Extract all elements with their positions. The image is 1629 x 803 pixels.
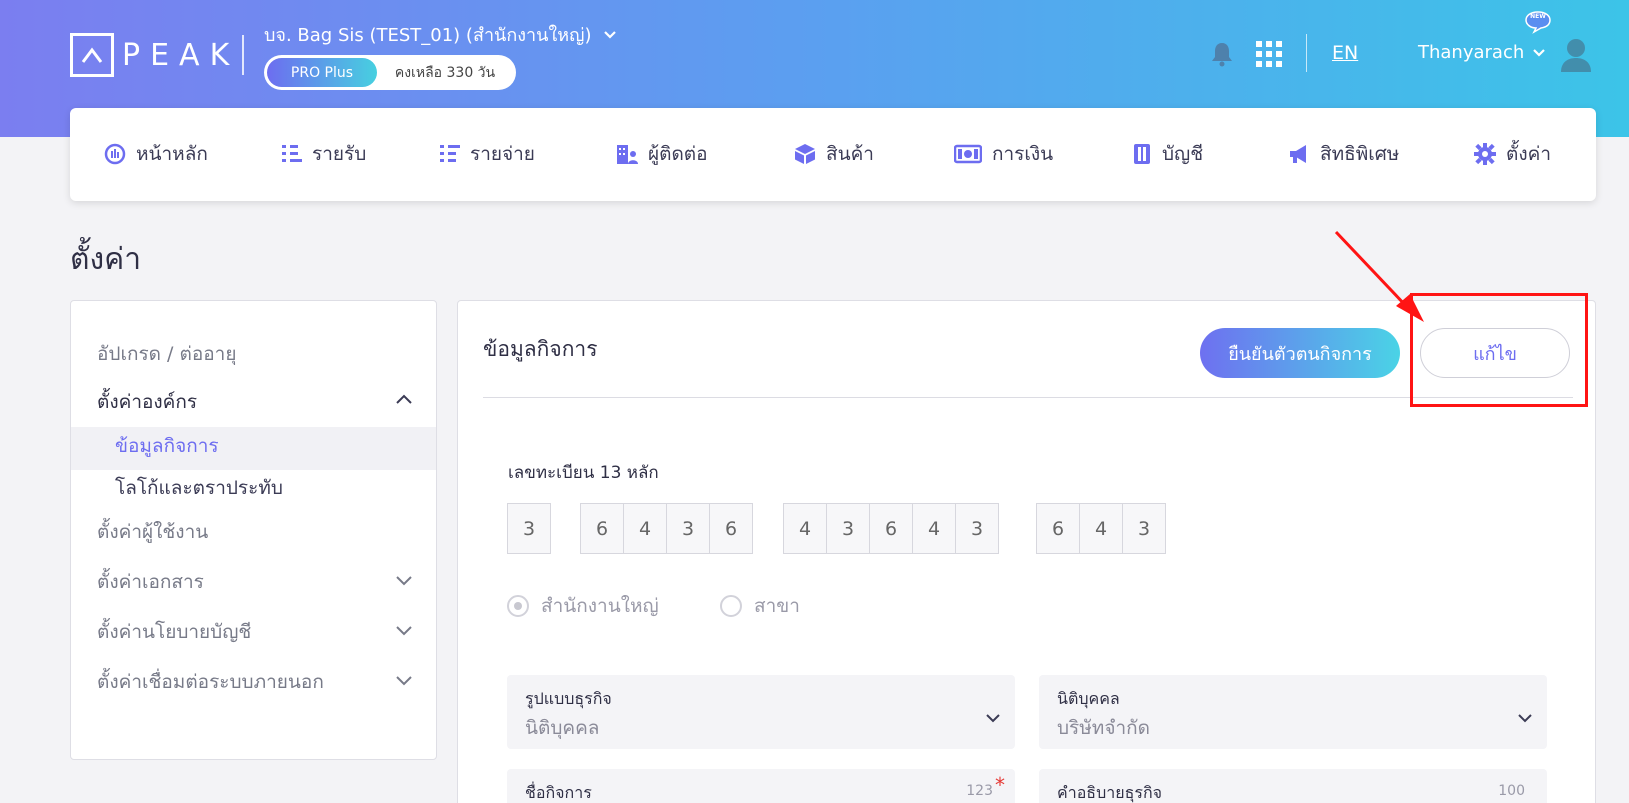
logo-text: PEAK	[122, 37, 240, 73]
sidebar-item-integrations[interactable]: ตั้งค่าเชื่อมต่อระบบภายนอก	[97, 667, 324, 697]
tax-digit: 3	[507, 503, 551, 554]
tax-digit: 6	[869, 503, 913, 554]
plan-remaining: คงเหลือ 330 วัน	[394, 64, 496, 81]
bell-icon[interactable]	[1210, 36, 1234, 72]
sidebar-item-upgrade[interactable]: อัปเกรด / ต่ออายุ	[97, 339, 236, 369]
tax-digit: 3	[1122, 503, 1166, 554]
tax-digit: 6	[580, 503, 624, 554]
business-type-select[interactable]: รูปแบบธุรกิจ นิติบุคคล	[507, 675, 1015, 749]
nav-item-settings[interactable]: ตั้งค่า	[1474, 138, 1551, 170]
juristic-type-select[interactable]: นิติบุคคล บริษัทจำกัด	[1039, 675, 1547, 749]
dashboard-icon	[104, 143, 126, 165]
chevron-down-icon[interactable]	[395, 575, 413, 587]
megaphone-icon	[1290, 145, 1306, 163]
chevron-down-icon	[1533, 48, 1546, 57]
nav-item-accounting[interactable]: บัญชี	[1132, 138, 1203, 170]
chevron-down-icon	[986, 714, 1000, 723]
money-icon	[954, 144, 982, 164]
chevron-down-icon[interactable]	[395, 675, 413, 687]
nav-item-privileges[interactable]: สิทธิพิเศษ	[1288, 138, 1399, 170]
language-switch[interactable]: EN	[1332, 42, 1358, 64]
tax-id-label: เลขทะเบียน 13 หลัก	[508, 463, 659, 483]
tax-digit: 4	[783, 503, 827, 554]
nav-item-products[interactable]: สินค้า	[794, 138, 874, 170]
apps-grid-icon[interactable]	[1256, 36, 1282, 72]
sidebar-item-document-settings[interactable]: ตั้งค่าเอกสาร	[97, 567, 204, 597]
tax-digit: 3	[666, 503, 710, 554]
user-menu[interactable]: Thanyarach	[1418, 42, 1546, 63]
chevron-up-icon[interactable]	[395, 393, 413, 405]
chevron-down-icon	[1518, 714, 1532, 723]
char-counter: 100	[1498, 783, 1525, 799]
sidebar-item-accounting-policy[interactable]: ตั้งค่านโยบายบัญชี	[97, 617, 251, 647]
annotation-highlight-box	[1410, 293, 1588, 407]
radio-branch[interactable]: สาขา	[720, 591, 800, 621]
income-icon	[282, 145, 302, 162]
expense-icon	[440, 145, 460, 162]
ledger-icon	[1134, 144, 1150, 164]
nav-item-expense[interactable]: รายจ่าย	[440, 138, 535, 170]
tax-digit: 4	[1079, 503, 1123, 554]
company-selector[interactable]: บจ. Bag Sis (TEST_01) (สำนักงานใหญ่)	[264, 20, 617, 49]
contacts-icon	[617, 145, 638, 164]
tax-digit: 4	[623, 503, 667, 554]
header-divider	[242, 35, 244, 75]
sidebar-item-logo-stamp[interactable]: โลโก้และตราประทับ	[115, 473, 283, 503]
required-marker: *	[995, 773, 1005, 797]
user-name: Thanyarach	[1418, 42, 1525, 63]
product-box-icon	[795, 144, 815, 164]
tax-digit: 6	[709, 503, 753, 554]
gear-icon	[1474, 143, 1496, 165]
peak-logo[interactable]: PEAK	[70, 33, 239, 77]
sidebar-item-user-settings[interactable]: ตั้งค่าผู้ใช้งาน	[97, 517, 208, 547]
avatar[interactable]	[1558, 36, 1594, 78]
tax-digit: 3	[955, 503, 999, 554]
tax-digit: 3	[826, 503, 870, 554]
nav-item-home[interactable]: หน้าหลัก	[104, 138, 208, 170]
radio-head-office[interactable]: สำนักงานใหญ่	[507, 591, 659, 621]
radio-unchecked-icon	[720, 595, 742, 617]
logo-mark-icon	[70, 33, 114, 77]
verify-business-button[interactable]: ยืนยันตัวตนกิจการ	[1200, 328, 1400, 378]
sidebar-item-org-settings[interactable]: ตั้งค่าองค์กร	[97, 387, 197, 417]
page-title: ตั้งค่า	[70, 242, 142, 277]
nav-item-contacts[interactable]: ผู้ติดต่อ	[616, 138, 708, 170]
tax-digit: 6	[1036, 503, 1080, 554]
company-name: บจ. Bag Sis (TEST_01) (สำนักงานใหญ่)	[264, 25, 592, 46]
nav-item-income[interactable]: รายรับ	[282, 138, 366, 170]
settings-sidebar: อัปเกรด / ต่ออายุ ตั้งค่าองค์กร ข้อมูลกิ…	[70, 300, 437, 760]
plan-badge[interactable]: PRO Plus คงเหลือ 330 วัน	[264, 55, 516, 90]
nav-item-finance[interactable]: การเงิน	[954, 138, 1053, 170]
chevron-down-icon	[604, 30, 617, 39]
main-navbar: หน้าหลัก รายรับ รายจ่าย ผู้ติดต่อ สินค้า…	[70, 108, 1596, 201]
business-name-field[interactable]: ชื่อกิจการ 123 *	[507, 769, 1015, 803]
header-divider	[1306, 34, 1307, 72]
tax-digit: 4	[912, 503, 956, 554]
new-badge: NEW	[1524, 10, 1552, 34]
plan-name: PRO Plus	[267, 58, 377, 87]
char-counter: 123	[966, 783, 993, 799]
business-description-field[interactable]: คำอธิบายธุรกิจ 100	[1039, 769, 1547, 803]
sidebar-item-business-info[interactable]: ข้อมูลกิจการ	[115, 431, 219, 461]
radio-checked-icon	[507, 595, 529, 617]
chevron-down-icon[interactable]	[395, 625, 413, 637]
panel-title: ข้อมูลกิจการ	[483, 337, 598, 361]
